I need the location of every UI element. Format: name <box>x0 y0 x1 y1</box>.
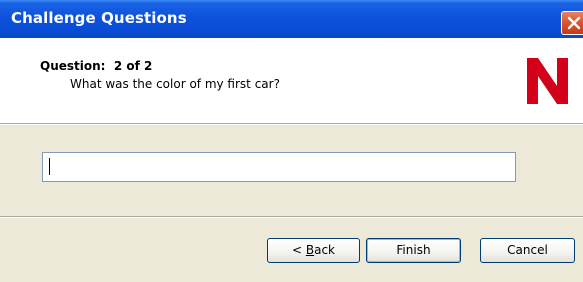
text-caret <box>49 158 50 175</box>
novell-n-logo-icon <box>527 58 568 104</box>
question-header: Question: 2 of 2 What was the color of m… <box>0 38 583 123</box>
question-text: What was the color of my first car? <box>70 77 280 91</box>
answer-input[interactable] <box>42 152 516 182</box>
title-bar[interactable]: Challenge Questions <box>0 0 583 38</box>
back-button-mnemonic: B <box>305 243 315 257</box>
finish-button[interactable]: Finish <box>366 238 461 263</box>
cancel-button[interactable]: Cancel <box>480 238 575 263</box>
back-button[interactable]: < Back <box>267 238 360 263</box>
footer-divider <box>0 216 583 218</box>
back-button-rest: ack <box>314 243 335 257</box>
close-button[interactable] <box>561 11 583 35</box>
window-title: Challenge Questions <box>11 9 187 27</box>
challenge-questions-dialog: Challenge Questions Question: 2 of 2 Wha… <box>0 0 583 282</box>
question-counter: Question: 2 of 2 <box>40 59 153 73</box>
close-icon <box>567 16 581 30</box>
back-button-prefix: < <box>291 243 306 257</box>
